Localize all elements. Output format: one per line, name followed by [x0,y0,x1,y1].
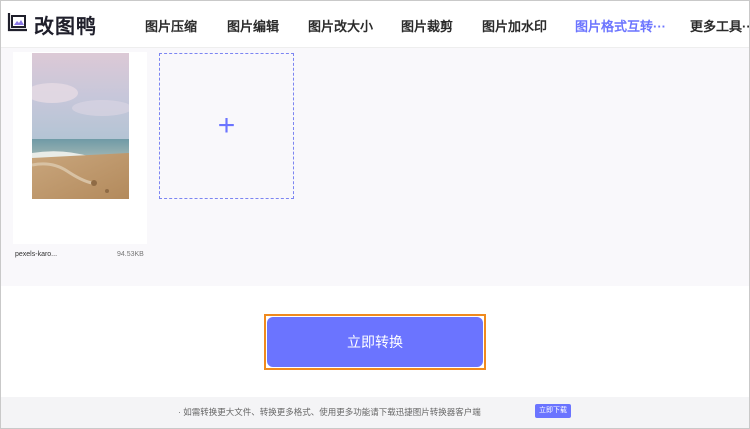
nav-image-compress[interactable]: 图片压缩 [145,16,197,35]
logo-icon [7,13,27,32]
nav-image-edit[interactable]: 图片编辑 [227,16,279,35]
add-file-button[interactable]: + [159,53,294,199]
nav-more-tools[interactable]: 更多工具··· [690,16,749,35]
nav-image-crop[interactable]: 图片裁剪 [401,16,453,35]
top-nav-bar: 改图鸭 图片压缩 图片编辑 图片改大小 图片裁剪 图片加水印 图片格式互转···… [1,1,749,48]
upload-area: pexels-karo... 94.53KB + [1,48,749,286]
nav-image-watermark[interactable]: 图片加水印 [482,16,547,35]
nav-image-resize[interactable]: 图片改大小 [308,16,373,35]
download-now-button[interactable]: 立即下载 [535,404,571,418]
file-card[interactable] [13,52,147,244]
file-size: 94.53KB [117,251,144,258]
app-window: 改图鸭 图片压缩 图片编辑 图片改大小 图片裁剪 图片加水印 图片格式互转···… [0,0,750,429]
nav-format-convert[interactable]: 图片格式互转··· [575,16,666,35]
footer-bar: · 如需转换更大文件、转换更多格式、使用更多功能请下载迅捷图片转换器客户端 立即… [1,397,749,428]
plus-icon: + [217,109,236,142]
image-thumbnail [32,53,129,199]
footer-hint-text: · 如需转换更大文件、转换更多格式、使用更多功能请下载迅捷图片转换器客户端 [178,407,481,417]
file-name: pexels-karo... [15,251,58,258]
brand-name[interactable]: 改图鸭 [34,10,97,39]
convert-now-button[interactable]: 立即转换 [267,317,483,367]
